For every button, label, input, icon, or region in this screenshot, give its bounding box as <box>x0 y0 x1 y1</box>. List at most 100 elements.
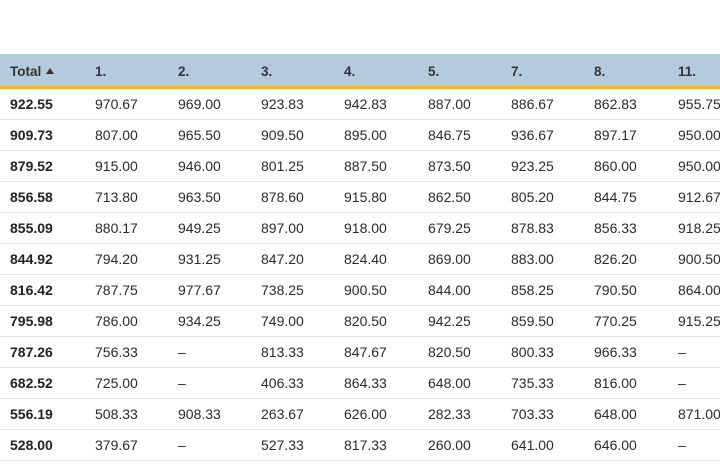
column-header-5[interactable]: 5. <box>428 54 439 86</box>
score-cell: 801.25 <box>261 158 304 174</box>
score-cell: – <box>678 437 686 453</box>
page: Total 1. 2. 3. 4. 5. 7. 8. 11. 922.55 970… <box>0 0 720 467</box>
score-cell: 880.17 <box>95 220 138 236</box>
score-cell: – <box>178 375 186 391</box>
score-cell: 844.75 <box>594 189 637 205</box>
total-score-cell: 844.92 <box>10 251 53 267</box>
score-cell: 923.25 <box>511 158 554 174</box>
total-score-cell: 787.26 <box>10 344 53 360</box>
score-cell: 878.83 <box>511 220 554 236</box>
score-cell: 869.00 <box>428 251 471 267</box>
score-cell: 858.25 <box>511 282 554 298</box>
score-cell: 886.67 <box>511 96 554 112</box>
score-cell: 749.00 <box>261 313 304 329</box>
score-cell: 900.50 <box>678 251 720 267</box>
score-cell: 970.67 <box>95 96 138 112</box>
score-cell: – <box>678 375 686 391</box>
total-score-cell: 556.19 <box>10 406 53 422</box>
score-cell: 936.67 <box>511 127 554 143</box>
table-body: 922.55 970.67 969.00 923.83 942.83 887.00 886.… <box>0 89 720 461</box>
column-header-total[interactable]: Total <box>10 54 55 86</box>
score-cell: 813.33 <box>261 344 304 360</box>
score-cell: 912.67 <box>678 189 720 205</box>
score-cell: 864.00 <box>678 282 720 298</box>
total-score-cell: 922.55 <box>10 96 53 112</box>
score-cell: 846.75 <box>428 127 471 143</box>
score-cell: 786.00 <box>95 313 138 329</box>
score-cell: 641.00 <box>511 437 554 453</box>
score-cell: 977.67 <box>178 282 221 298</box>
total-score-cell: 795.98 <box>10 313 53 329</box>
column-header-7[interactable]: 7. <box>511 54 522 86</box>
score-cell: – <box>178 437 186 453</box>
score-cell: 942.83 <box>344 96 387 112</box>
score-cell: 918.25 <box>678 220 720 236</box>
score-cell: 527.33 <box>261 437 304 453</box>
score-cell: 794.20 <box>95 251 138 267</box>
score-cell: 735.33 <box>511 375 554 391</box>
score-cell: 648.00 <box>428 375 471 391</box>
score-cell: 965.50 <box>178 127 221 143</box>
total-score-cell: 879.52 <box>10 158 53 174</box>
score-cell: 859.50 <box>511 313 554 329</box>
score-cell: 805.20 <box>511 189 554 205</box>
score-cell: 955.75 <box>678 96 720 112</box>
score-cell: 713.80 <box>95 189 138 205</box>
score-cell: 931.25 <box>178 251 221 267</box>
total-score-cell: 816.42 <box>10 282 53 298</box>
score-cell: 648.00 <box>594 406 637 422</box>
score-cell: 282.33 <box>428 406 471 422</box>
score-cell: 260.00 <box>428 437 471 453</box>
score-cell: 946.00 <box>178 158 221 174</box>
score-cell: 646.00 <box>594 437 637 453</box>
table-row: 528.00 379.67 – 527.33 817.33 260.00 641.00 646… <box>0 430 720 461</box>
score-cell: 725.00 <box>95 375 138 391</box>
score-cell: 963.50 <box>178 189 221 205</box>
score-cell: 918.00 <box>344 220 387 236</box>
score-cell: 909.50 <box>261 127 304 143</box>
column-header-1[interactable]: 1. <box>95 54 106 86</box>
score-cell: 950.00 <box>678 127 720 143</box>
score-cell: 871.00 <box>678 406 720 422</box>
column-header-8[interactable]: 8. <box>594 54 605 86</box>
score-cell: 883.00 <box>511 251 554 267</box>
score-cell: 949.25 <box>178 220 221 236</box>
table-row: 909.73 807.00 965.50 909.50 895.00 846.75 936.… <box>0 120 720 151</box>
score-cell: 756.33 <box>95 344 138 360</box>
score-cell: 738.25 <box>261 282 304 298</box>
score-cell: 942.25 <box>428 313 471 329</box>
total-score-cell: 856.58 <box>10 189 53 205</box>
score-cell: 860.00 <box>594 158 637 174</box>
score-cell: 626.00 <box>344 406 387 422</box>
table-row: 879.52 915.00 946.00 801.25 887.50 873.50 923.… <box>0 151 720 182</box>
column-header-4[interactable]: 4. <box>344 54 355 86</box>
score-cell: 966.33 <box>594 344 637 360</box>
total-score-cell: 855.09 <box>10 220 53 236</box>
column-header-11[interactable]: 11. <box>678 54 696 86</box>
score-cell: 800.33 <box>511 344 554 360</box>
table-row: 795.98 786.00 934.25 749.00 820.50 942.25 859.… <box>0 306 720 337</box>
score-cell: – <box>678 344 686 360</box>
total-score-cell: 682.52 <box>10 375 53 391</box>
column-header-3[interactable]: 3. <box>261 54 272 86</box>
score-cell: 816.00 <box>594 375 637 391</box>
table-header-row: Total 1. 2. 3. 4. 5. 7. 8. 11. <box>0 54 720 89</box>
column-header-2[interactable]: 2. <box>178 54 189 86</box>
score-cell: 878.60 <box>261 189 304 205</box>
column-header-label: Total <box>10 63 42 79</box>
score-cell: 915.80 <box>344 189 387 205</box>
score-cell: 406.33 <box>261 375 304 391</box>
score-cell: 873.50 <box>428 158 471 174</box>
score-cell: 379.67 <box>95 437 138 453</box>
score-cell: 887.50 <box>344 158 387 174</box>
score-cell: 862.83 <box>594 96 637 112</box>
score-cell: 969.00 <box>178 96 221 112</box>
score-cell: 790.50 <box>594 282 637 298</box>
sort-ascending-icon <box>46 68 55 74</box>
score-cell: 864.33 <box>344 375 387 391</box>
total-score-cell: 528.00 <box>10 437 53 453</box>
score-cell: 807.00 <box>95 127 138 143</box>
table-row: 556.19 508.33 908.33 263.67 626.00 282.33 703.… <box>0 399 720 430</box>
score-cell: 263.67 <box>261 406 304 422</box>
score-cell: 897.17 <box>594 127 637 143</box>
